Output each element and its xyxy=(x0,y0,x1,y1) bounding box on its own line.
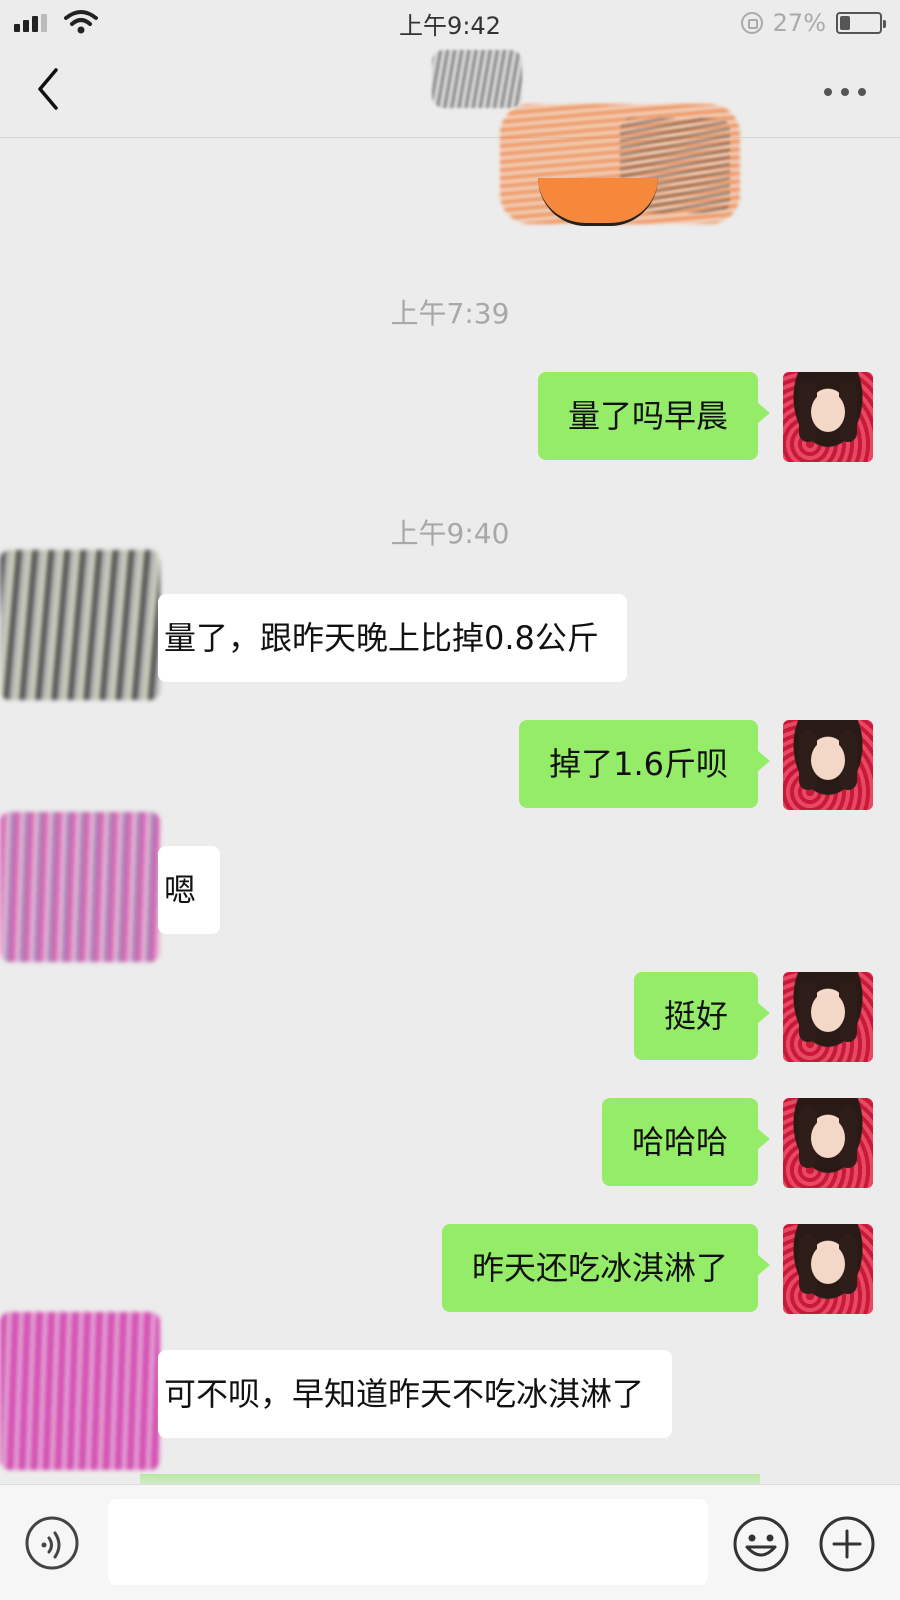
sent-message-bubble[interactable]: 哈哈哈 xyxy=(601,1098,771,1186)
battery-icon xyxy=(836,12,886,34)
sent-message-bubble[interactable]: 量了吗早晨 xyxy=(537,372,771,460)
plus-icon[interactable] xyxy=(818,1515,876,1573)
battery-percent: 27% xyxy=(772,9,826,37)
rotation-lock-icon xyxy=(740,12,763,34)
voice-icon[interactable] xyxy=(24,1515,80,1571)
sent-message-bubble[interactable]: 昨天还吃冰淇淋了 xyxy=(441,1224,771,1312)
my-avatar[interactable] xyxy=(783,720,873,810)
more-dots-icon[interactable] xyxy=(820,76,870,106)
my-avatar[interactable] xyxy=(783,972,873,1062)
emoji-icon[interactable] xyxy=(732,1515,790,1573)
redacted-contact-avatar[interactable] xyxy=(0,812,160,962)
redacted-contact-avatar[interactable] xyxy=(0,550,160,700)
battery-fill xyxy=(840,16,851,30)
input-bar xyxy=(0,1484,900,1600)
sent-message-bubble[interactable]: 掉了1.6斤呗 xyxy=(519,720,770,808)
message-input[interactable] xyxy=(108,1499,708,1585)
redacted-contact-avatar[interactable] xyxy=(0,1312,160,1470)
battery-status: 27% xyxy=(740,8,886,38)
my-avatar[interactable] xyxy=(783,1098,873,1188)
received-message-bubble[interactable]: 量了，跟昨天晚上比掉0.8公斤 xyxy=(158,594,627,682)
received-message-bubble[interactable]: 可不呗，早知道昨天不吃冰淇淋了 xyxy=(158,1350,673,1438)
timestamp: 上午9:40 xyxy=(390,517,510,550)
redacted-contact-name xyxy=(432,50,522,108)
timestamp: 上午7:39 xyxy=(390,297,510,330)
back-arrow-icon[interactable] xyxy=(30,64,70,114)
status-bar: 上午9:42 27% xyxy=(0,0,900,46)
my-avatar[interactable] xyxy=(783,372,873,462)
received-message-bubble[interactable]: 嗯 xyxy=(158,846,221,934)
sent-message-bubble[interactable]: 挺好 xyxy=(633,972,771,1060)
my-avatar[interactable] xyxy=(783,1224,873,1314)
